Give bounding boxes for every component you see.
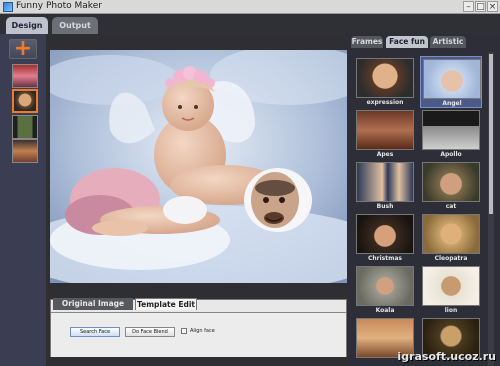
template-item[interactable]: Bush <box>354 160 416 212</box>
maximize-button[interactable]: □ <box>475 1 486 12</box>
image-list-sidebar: + <box>0 34 46 366</box>
watermark: igrasoft.ucoz.ru <box>397 350 496 363</box>
add-image-button[interactable]: + <box>9 36 37 61</box>
window-title: Funny Photo Maker <box>16 1 102 11</box>
template-item[interactable]: Cleopatra <box>420 212 482 264</box>
minimize-button[interactable]: – <box>463 1 474 12</box>
template-panel: Frames Face fun Artistic expression Ange… <box>348 34 500 366</box>
template-item[interactable]: Angel <box>420 56 482 108</box>
template-item[interactable]: cat <box>420 160 482 212</box>
scrollbar-thumb[interactable] <box>489 54 493 214</box>
template-grid: expression Angel Apes Apollo Bush cat Ch… <box>354 52 488 366</box>
template-item[interactable]: Christmas <box>354 212 416 264</box>
tab-frames[interactable]: Frames <box>351 36 383 48</box>
tab-face-fun[interactable]: Face fun <box>386 36 428 48</box>
template-thumbnail <box>356 58 414 98</box>
image-thumbnail[interactable] <box>12 139 38 163</box>
template-thumbnail <box>422 162 480 202</box>
tab-template-edit[interactable]: Template Edit <box>135 298 197 310</box>
photo-canvas[interactable] <box>50 50 347 283</box>
template-thumbnail <box>356 162 414 202</box>
template-label: lion <box>444 307 458 314</box>
tab-original-image-edit[interactable]: Original Image Edit <box>53 298 133 320</box>
template-item[interactable]: expression <box>354 56 416 108</box>
baby-angel-photo <box>50 50 347 283</box>
template-label: Cleopatra <box>434 255 468 262</box>
template-label: Koala <box>375 307 395 314</box>
template-thumbnail <box>356 214 414 254</box>
close-button[interactable]: × <box>487 1 498 12</box>
edit-panel-body: Search Face Do Face Blend Align face <box>51 312 346 357</box>
template-thumbnail <box>422 214 480 254</box>
template-thumbnail <box>422 266 480 306</box>
tab-design[interactable]: Design <box>6 17 48 34</box>
template-thumbnail <box>356 110 414 150</box>
image-thumbnail[interactable] <box>12 89 38 113</box>
app-icon <box>3 2 13 12</box>
template-thumbnail <box>356 266 414 306</box>
tab-output[interactable]: Output <box>52 17 98 34</box>
main-tab-bar: Design Output <box>0 14 500 34</box>
template-label: Bush <box>376 203 394 210</box>
template-item[interactable]: Apes <box>354 108 416 160</box>
align-face-label: Align face <box>190 328 215 334</box>
search-face-button[interactable]: Search Face <box>70 327 120 337</box>
template-label: Apollo <box>440 151 462 158</box>
plus-icon: + <box>13 36 33 61</box>
funny-photo-maker-window: Funny Photo Maker – □ × Design Output + <box>0 0 500 366</box>
face-blend-button[interactable]: Do Face Blend <box>125 327 175 337</box>
template-thumbnail <box>423 59 481 99</box>
template-item[interactable]: Koala <box>354 264 416 316</box>
template-label: Apes <box>376 151 394 158</box>
template-item[interactable]: Apollo <box>420 108 482 160</box>
template-label: Christmas <box>367 255 402 262</box>
align-face-checkbox[interactable] <box>181 328 187 334</box>
template-scrollbar[interactable] <box>488 52 494 366</box>
edit-panel: Original Image Edit Template Edit Search… <box>50 298 347 357</box>
template-label: cat <box>445 203 457 210</box>
image-thumbnail[interactable] <box>12 115 38 139</box>
image-thumbnail[interactable] <box>12 64 38 88</box>
template-label: expression <box>366 99 404 106</box>
title-bar: Funny Photo Maker – □ × <box>0 0 500 14</box>
template-item[interactable]: lion <box>420 264 482 316</box>
tab-artistic[interactable]: Artistic <box>430 36 466 48</box>
template-thumbnail <box>422 110 480 150</box>
template-label: Angel <box>442 100 462 107</box>
